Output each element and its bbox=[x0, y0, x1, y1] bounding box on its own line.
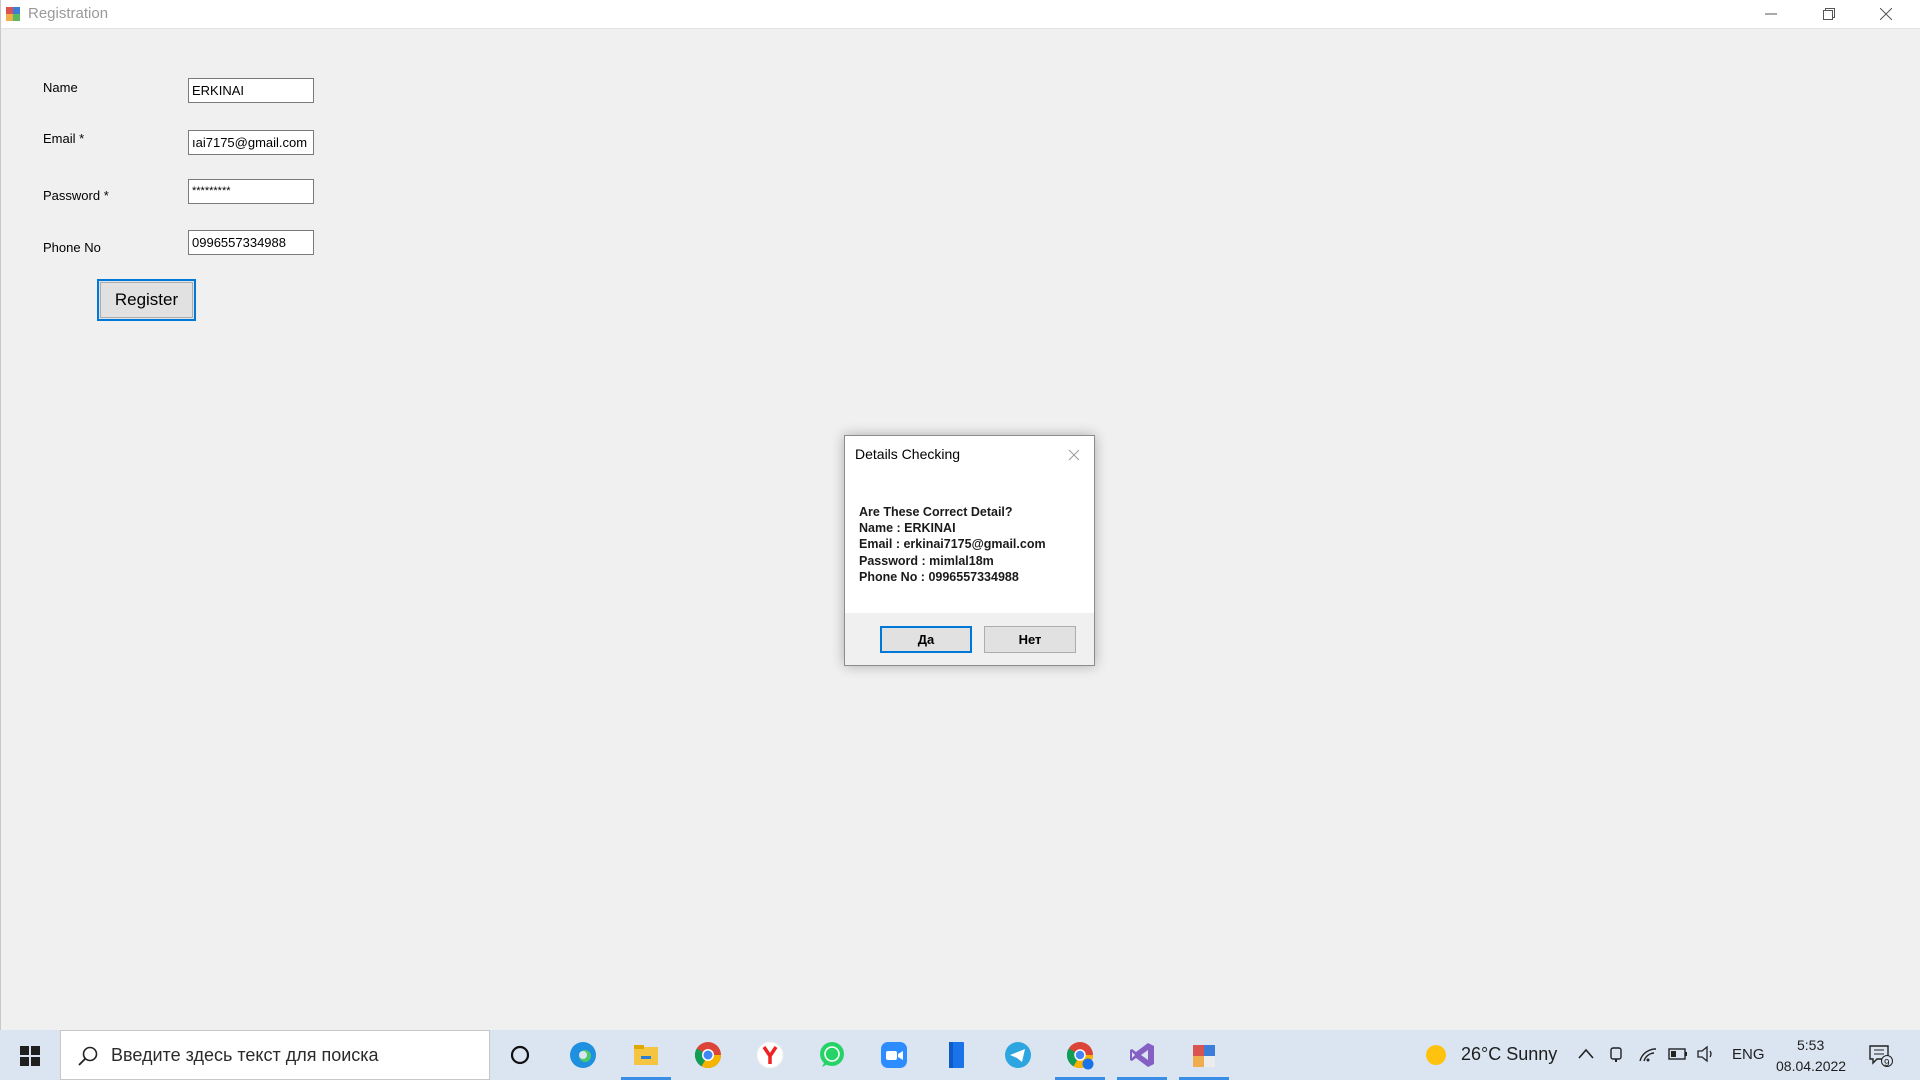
window-title: Registration bbox=[28, 5, 109, 22]
password-field[interactable]: ********* bbox=[188, 179, 314, 204]
yes-button[interactable]: Да bbox=[880, 626, 972, 653]
cortana-icon[interactable] bbox=[495, 1030, 545, 1080]
battery-icon[interactable] bbox=[1668, 1048, 1688, 1060]
app-icon bbox=[6, 7, 20, 21]
weather-sun-icon[interactable] bbox=[1425, 1044, 1447, 1066]
dialog-name-line: Name : ERKINAI bbox=[859, 521, 956, 536]
minimize-button[interactable] bbox=[1743, 0, 1800, 29]
details-checking-dialog: Details Checking Are These Correct Detai… bbox=[844, 435, 1095, 666]
notes-app-icon[interactable] bbox=[931, 1030, 981, 1080]
phone-label: Phone No bbox=[43, 240, 101, 255]
weather-text[interactable]: 26°C Sunny bbox=[1461, 1044, 1557, 1065]
windows-logo-icon bbox=[20, 1046, 40, 1066]
visual-studio-icon[interactable] bbox=[1117, 1030, 1167, 1080]
telegram-icon[interactable] bbox=[993, 1030, 1043, 1080]
zoom-icon[interactable] bbox=[869, 1030, 919, 1080]
whatsapp-icon[interactable] bbox=[807, 1030, 857, 1080]
clock-date[interactable]: 08.04.2022 bbox=[1776, 1058, 1846, 1074]
notification-count: 9 bbox=[1884, 1058, 1890, 1069]
dialog-close-icon[interactable] bbox=[1067, 448, 1081, 462]
restore-button[interactable] bbox=[1801, 0, 1858, 29]
register-button[interactable]: Register bbox=[97, 279, 196, 321]
no-button[interactable]: Нет bbox=[984, 626, 1076, 653]
chevron-up-icon[interactable] bbox=[1578, 1047, 1594, 1061]
dialog-email-line: Email : erkinai7175@gmail.com bbox=[859, 537, 1046, 552]
chrome-icon[interactable] bbox=[683, 1030, 733, 1080]
dialog-question: Are These Correct Detail? bbox=[859, 505, 1013, 519]
meet-now-icon[interactable] bbox=[1609, 1045, 1625, 1063]
password-label: Password * bbox=[43, 188, 109, 203]
dialog-password-line: Password : mimlal18m bbox=[859, 553, 994, 568]
file-explorer-icon[interactable] bbox=[621, 1030, 671, 1080]
wifi-icon[interactable] bbox=[1638, 1045, 1658, 1063]
name-label: Name bbox=[43, 80, 78, 95]
search-icon bbox=[78, 1046, 98, 1066]
register-button-label: Register bbox=[114, 290, 179, 309]
email-field[interactable]: ıai7175@gmail.com bbox=[188, 130, 314, 155]
dialog-message: Are These Correct Detail? Name : ERKINAI… bbox=[859, 504, 1046, 585]
volume-icon[interactable] bbox=[1696, 1045, 1716, 1063]
taskbar-search[interactable]: Введите здесь текст для поиска bbox=[60, 1030, 490, 1080]
clock-time[interactable]: 5:53 bbox=[1797, 1037, 1824, 1053]
dialog-footer: Да Нет bbox=[845, 613, 1094, 665]
title-bar[interactable]: Registration bbox=[1, 0, 1920, 29]
name-field[interactable]: ERKINAI bbox=[188, 78, 314, 103]
search-placeholder: Введите здесь текст для поиска bbox=[111, 1045, 379, 1065]
close-button[interactable] bbox=[1858, 0, 1915, 29]
taskbar: Введите здесь текст для поиска 26°C Sunn… bbox=[0, 1030, 1920, 1080]
dialog-phone-line: Phone No : 0996557334988 bbox=[859, 569, 1019, 584]
edge-icon[interactable] bbox=[558, 1030, 608, 1080]
yandex-icon[interactable] bbox=[745, 1030, 795, 1080]
restore-icon bbox=[1823, 8, 1835, 20]
phone-field[interactable]: 0996557334988 bbox=[188, 230, 314, 255]
close-icon bbox=[1880, 8, 1892, 20]
minimize-icon bbox=[1765, 13, 1777, 15]
language-indicator[interactable]: ENG bbox=[1732, 1046, 1765, 1063]
email-label: Email * bbox=[43, 131, 85, 146]
registration-app-icon[interactable] bbox=[1179, 1030, 1229, 1080]
dialog-title: Details Checking bbox=[855, 446, 961, 462]
chrome-profile-icon[interactable] bbox=[1055, 1030, 1105, 1080]
start-button[interactable] bbox=[0, 1030, 60, 1080]
